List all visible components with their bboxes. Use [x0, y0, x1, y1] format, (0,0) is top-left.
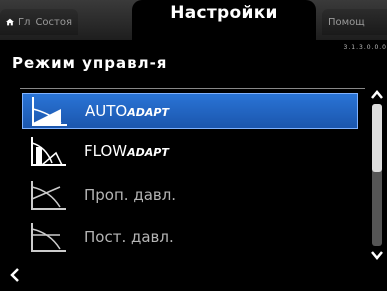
tab-home[interactable]: Гл Состоя [0, 9, 78, 35]
list-item-autoadapt[interactable]: AUTOADAPT [22, 93, 358, 129]
constant-pressure-icon [31, 223, 66, 252]
page-title: Режим управл-я [12, 54, 168, 72]
list-item-flowadapt[interactable]: FLOWADAPT [22, 133, 358, 169]
tab-help[interactable]: Помощ [322, 9, 387, 35]
autoadapt-curve-icon [32, 97, 67, 126]
item-label-main: AUTO [85, 102, 128, 120]
scroll-up-icon[interactable] [370, 88, 384, 102]
scroll-down-icon[interactable] [370, 248, 384, 262]
scrollbar-thumb[interactable] [372, 104, 382, 172]
tab-home-label: Гл [17, 16, 31, 28]
tab-bar: Гл Состоя Помощ Настройки [0, 0, 387, 40]
item-label-main: FLOW [84, 142, 128, 160]
list-item-proportional-pressure[interactable]: Проп. давл. [22, 177, 358, 213]
item-label-suffix: ADAPT [127, 106, 169, 119]
list-item-constant-pressure[interactable]: Пост. давл. [22, 219, 358, 255]
item-label: Пост. давл. [84, 228, 174, 246]
tab-settings[interactable]: Настройки [132, 0, 316, 40]
control-mode-list: AUTOADAPT FLOWADAPT Проп. давл. Пост. да… [20, 88, 365, 263]
tab-help-label: Помощ [328, 16, 365, 28]
tab-status-label[interactable]: Состоя [35, 17, 72, 28]
menu-id: 3.1.3.0.0.0 [343, 44, 387, 51]
item-label-suffix: ADAPT [127, 146, 169, 159]
proportional-pressure-icon [31, 181, 66, 210]
flowadapt-curve-icon [31, 137, 66, 166]
back-arrow-icon[interactable] [8, 266, 22, 284]
tab-settings-label: Настройки [170, 3, 278, 23]
item-label: Проп. давл. [84, 186, 177, 204]
home-icon [6, 18, 14, 26]
